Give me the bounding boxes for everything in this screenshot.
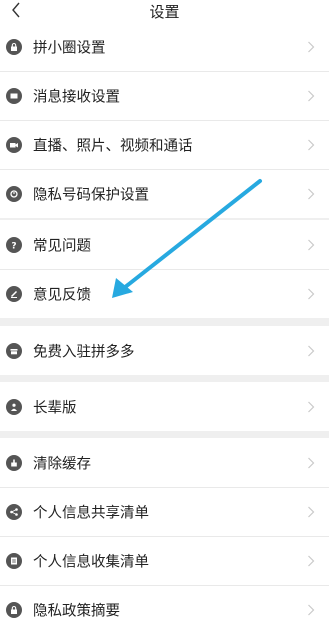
settings-item-elder-mode[interactable]: 长辈版: [0, 382, 329, 431]
chevron-right-icon: [308, 555, 315, 566]
list-icon: [6, 552, 22, 569]
settings-item-pinxiaoquan[interactable]: 拼小圈设置: [0, 22, 329, 71]
settings-item-media[interactable]: 直播、照片、视频和通话: [0, 120, 329, 169]
message-icon: [6, 87, 22, 104]
settings-page: 设置 拼小圈设置 消息接收设置 直播、照片、视频和通话 隐私号码保护设置 ? 常…: [0, 0, 329, 634]
privacy-icon: [6, 185, 22, 202]
settings-item-label: 拼小圈设置: [33, 40, 106, 56]
settings-item-label: 免费入驻拼多多: [33, 344, 135, 360]
settings-item-number-protection[interactable]: 隐私号码保护设置: [0, 169, 329, 218]
chevron-right-icon: [308, 239, 315, 250]
elder-icon: [6, 398, 22, 415]
settings-item-clear-cache[interactable]: 清除缓存: [0, 438, 329, 487]
settings-item-label: 长辈版: [33, 400, 77, 416]
settings-item-feedback[interactable]: 意见反馈: [0, 269, 329, 318]
settings-item-privacy-summary[interactable]: 隐私政策摘要: [0, 585, 329, 634]
chevron-right-icon: [308, 41, 315, 52]
chevron-right-icon: [308, 604, 315, 615]
settings-item-label: 隐私号码保护设置: [33, 187, 149, 203]
settings-item-label: 隐私政策摘要: [33, 603, 120, 619]
lock-icon: [6, 601, 22, 618]
settings-item-label: 个人信息共享清单: [33, 505, 149, 521]
settings-item-label: 直播、照片、视频和通话: [33, 138, 193, 154]
settings-item-label: 清除缓存: [33, 456, 91, 472]
chevron-right-icon: [308, 506, 315, 517]
chevron-right-icon: [308, 457, 315, 468]
chevron-right-icon: [308, 139, 315, 150]
lock-icon: [6, 38, 22, 55]
navigation-bar: 设置: [0, 0, 329, 22]
settings-item-faq[interactable]: ? 常见问题: [0, 220, 329, 269]
settings-item-label: 个人信息收集清单: [33, 554, 149, 570]
chevron-right-icon: [308, 288, 315, 299]
settings-item-message[interactable]: 消息接收设置: [0, 71, 329, 120]
page-title: 设置: [149, 3, 180, 21]
chevron-right-icon: [308, 188, 315, 199]
settings-group-privacy: 拼小圈设置 消息接收设置 直播、照片、视频和通话 隐私号码保护设置: [0, 22, 329, 218]
question-icon: ?: [6, 236, 22, 253]
settings-group-data: 清除缓存 个人信息共享清单 个人信息收集清单 隐私政策摘要: [0, 438, 329, 634]
settings-group-elder: 长辈版: [0, 382, 329, 431]
chevron-right-icon: [308, 345, 315, 356]
svg-text:?: ?: [11, 241, 16, 250]
settings-item-label: 常见问题: [33, 238, 91, 254]
settings-item-info-collection[interactable]: 个人信息收集清单: [0, 536, 329, 585]
chevron-right-icon: [308, 401, 315, 412]
settings-item-label: 意见反馈: [33, 287, 91, 303]
chevron-right-icon: [308, 90, 315, 101]
settings-item-label: 消息接收设置: [33, 89, 120, 105]
broom-icon: [6, 454, 22, 471]
settings-item-info-sharing[interactable]: 个人信息共享清单: [0, 487, 329, 536]
settings-item-merchant[interactable]: 免费入驻拼多多: [0, 326, 329, 375]
store-icon: [6, 342, 22, 359]
share-icon: [6, 503, 22, 520]
video-icon: [6, 136, 22, 153]
edit-icon: [6, 285, 22, 302]
settings-group-merchant: 免费入驻拼多多: [0, 326, 329, 375]
settings-group-help: ? 常见问题 意见反馈: [0, 220, 329, 318]
